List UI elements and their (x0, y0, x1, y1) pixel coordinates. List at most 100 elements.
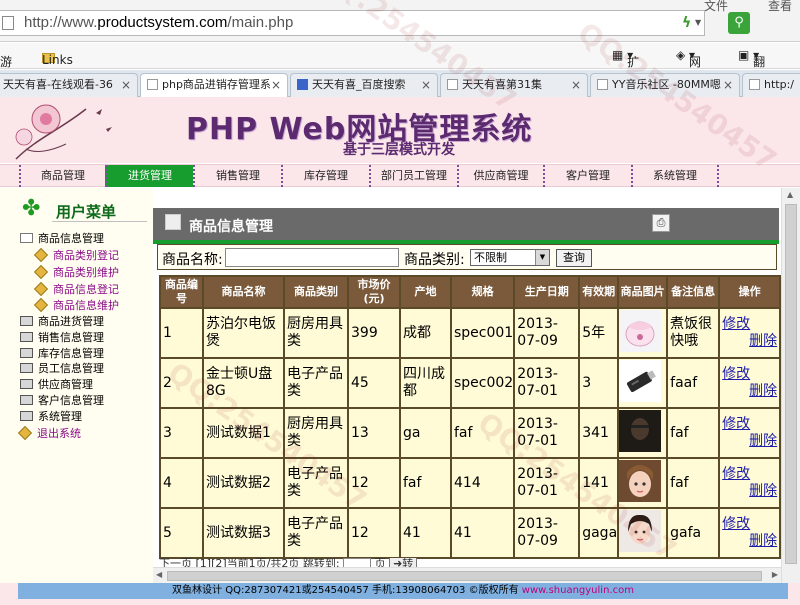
category-select[interactable]: 不限制 ▼ (470, 249, 550, 266)
product-name-input[interactable] (225, 248, 399, 267)
folder-icon (20, 332, 33, 342)
paw-icon (297, 79, 308, 90)
edit-link[interactable]: 修改 (722, 316, 779, 333)
delete-link[interactable]: 删除 (722, 483, 779, 500)
cell-category: 电子产品类 (285, 509, 347, 557)
menu-view[interactable]: 查看 (768, 0, 792, 14)
page-icon (2, 16, 14, 30)
arrow-up-icon[interactable]: ▲ (787, 190, 793, 199)
edit-link[interactable]: 修改 (722, 416, 779, 433)
nav-system[interactable]: 系统管理 (631, 165, 719, 187)
cell-spec: spec002 (452, 359, 514, 407)
cell-image (619, 409, 667, 457)
folder-icon (20, 316, 33, 326)
edit-link[interactable]: 修改 (722, 516, 779, 533)
close-icon[interactable]: × (421, 74, 431, 96)
tab-6[interactable]: http:/ (742, 73, 800, 97)
cell-origin: 四川成都 (401, 359, 450, 407)
sidebar-item-customer[interactable]: 客户信息管理 (20, 392, 104, 408)
footer-text: 双鱼林设计 QQ:287307421或254540457 手机:13908064… (172, 585, 519, 596)
table-row: 2 金士顿U盘8G 电子产品类 45 四川成都 spec002 2013-07-… (161, 359, 780, 407)
cell-valid: 141 (580, 459, 618, 507)
sidebar-item-category-register[interactable]: 商品类别登记 (33, 247, 119, 263)
sidebar-item-staff[interactable]: 员工信息管理 (20, 360, 104, 376)
printer-icon[interactable]: ⎙ (652, 214, 670, 232)
cell-actions: 修改 删除 (720, 459, 780, 507)
nav-customer[interactable]: 客户管理 (543, 165, 631, 187)
tab-5[interactable]: YY音乐社区 -80MM嗯 × (590, 73, 740, 97)
nav-stock[interactable]: 库存管理 (281, 165, 369, 187)
cell-valid: 3 (580, 359, 618, 407)
col-header: 商品编号 (161, 277, 202, 307)
nav-staff[interactable]: 部门员工管理 (369, 165, 457, 187)
cell-actions: 修改 删除 (720, 309, 780, 357)
sidebar-item-sales[interactable]: 销售信息管理 (20, 329, 104, 345)
close-icon[interactable]: × (121, 74, 131, 96)
cell-image (619, 509, 667, 557)
search-icon[interactable]: ⚲ (728, 12, 750, 34)
arrow-right-icon[interactable]: ▶ (772, 570, 778, 579)
edit-link[interactable]: 修改 (722, 366, 779, 383)
footer-site-link[interactable]: www.shuangyulin.com (522, 585, 634, 596)
close-icon[interactable]: × (271, 74, 281, 96)
sidebar-item-purchase[interactable]: 商品进货管理 (20, 313, 104, 329)
nav-sales[interactable]: 销售管理 (193, 165, 281, 187)
close-icon[interactable]: × (723, 74, 733, 96)
tab-3[interactable]: 天天有喜_百度搜索 × (290, 73, 438, 97)
cell-image (619, 359, 667, 407)
netbank-button[interactable]: ◈ 网银 ▾ (676, 48, 701, 86)
chevron-down-icon[interactable]: ▼ (695, 18, 701, 27)
menu-file[interactable]: 文件 (704, 0, 728, 14)
vertical-scrollbar[interactable]: ▲ (781, 188, 800, 583)
sidebar-item-system[interactable]: 系统管理 (20, 408, 82, 424)
panel-title: 商品信息管理 (189, 219, 273, 235)
sidebar-item-product-register[interactable]: 商品信息登记 (33, 281, 119, 297)
delete-link[interactable]: 删除 (722, 383, 779, 400)
close-icon[interactable]: × (571, 74, 581, 96)
arrow-left-icon[interactable]: ◀ (156, 570, 162, 579)
cell-origin: 成都 (401, 309, 450, 357)
query-button[interactable]: 查询 (556, 249, 592, 267)
cell-origin: ga (401, 409, 450, 457)
cell-name: 苏泊尔电饭煲 (204, 309, 283, 357)
table-row: 5 测试数据3 电子产品类 12 41 41 2013-07-09 gaga g… (161, 509, 780, 557)
sidebar-item-logout[interactable]: 退出系统 (17, 425, 81, 441)
translate-button[interactable]: ▣ 翻译 ▾ (738, 48, 765, 86)
extend-button[interactable]: ▦ 扩展 ▾ (612, 48, 639, 86)
tab-2-active[interactable]: php商品进销存管理系 × (140, 73, 288, 98)
edit-link[interactable]: 修改 (722, 466, 779, 483)
cell-name: 测试数据1 (204, 409, 283, 457)
tab-1[interactable]: 天天有喜-在线观看-36 × (0, 73, 138, 97)
category-label: 商品类别: (404, 252, 465, 268)
delete-link[interactable]: 删除 (722, 533, 779, 550)
page-icon (597, 79, 608, 90)
cell-name: 测试数据3 (204, 509, 283, 557)
cell-spec: 41 (452, 509, 514, 557)
nav-supplier[interactable]: 供应商管理 (457, 165, 543, 187)
table-header-row: 商品编号 商品名称 商品类别 市场价(元) 产地 规格 生产日期 有效期 商品图… (161, 277, 780, 307)
nav-purchase[interactable]: 进货管理 (105, 165, 193, 187)
sidebar-item-product-info[interactable]: 商品信息管理 (20, 230, 104, 246)
col-header: 市场价(元) (349, 277, 399, 307)
nav-product[interactable]: 商品管理 (19, 165, 105, 187)
cell-price: 399 (349, 309, 399, 357)
main-nav: 商品管理 进货管理 销售管理 库存管理 部门员工管理 供应商管理 客户管理 系统… (0, 164, 800, 187)
cell-valid: gaga (580, 509, 618, 557)
product-image-portrait-dark (619, 409, 662, 452)
sidebar-item-product-maintain[interactable]: 商品信息维护 (33, 297, 119, 313)
url-field[interactable]: http://www.productsystem.com/main.php (0, 10, 705, 36)
horizontal-scrollbar[interactable]: ◀ ▶ (153, 567, 781, 583)
sidebar-item-category-maintain[interactable]: 商品类别维护 (33, 264, 119, 280)
cell-spec: faf (452, 409, 514, 457)
document-icon (165, 214, 181, 230)
delete-link[interactable]: 删除 (722, 433, 779, 450)
lightning-icon[interactable]: ϟ (682, 15, 691, 31)
cell-category: 厨房用具类 (285, 409, 347, 457)
delete-link[interactable]: 删除 (722, 333, 779, 350)
tab-4[interactable]: 天天有喜第31集 × (440, 73, 588, 97)
sidebar-item-supplier[interactable]: 供应商管理 (20, 376, 93, 392)
sidebar-item-stock[interactable]: 库存信息管理 (20, 345, 104, 361)
url-text: http://www.productsystem.com/main.php (24, 14, 294, 31)
col-header: 操作 (720, 277, 780, 307)
page-icon (147, 79, 158, 90)
